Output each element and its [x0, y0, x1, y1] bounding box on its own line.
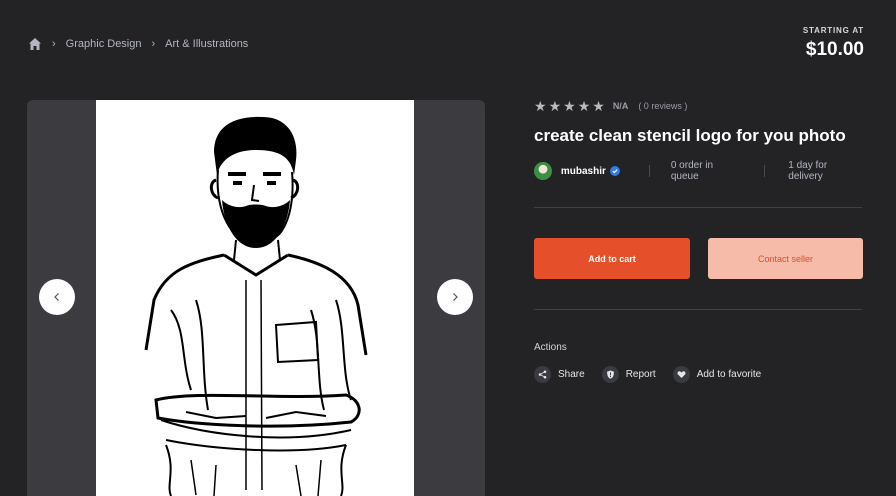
shield-icon [601, 366, 619, 383]
gig-image [96, 100, 414, 496]
add-to-cart-button[interactable]: Add to cart [534, 238, 690, 279]
actions-row: Share Report Add to favorite [534, 366, 778, 383]
breadcrumb: › Graphic Design › Art & Illustrations [28, 37, 248, 51]
report-label: Report [625, 369, 656, 380]
rating-score: N/A [612, 101, 629, 111]
divider [764, 165, 766, 177]
seller-row: mubashir 0 order in queue 1 day for deli… [534, 160, 864, 182]
verified-badge-icon [609, 166, 620, 176]
share-label: Share [558, 369, 585, 380]
breadcrumb-art-illustrations[interactable]: Art & Illustrations [165, 38, 248, 50]
share-button[interactable]: Share [534, 366, 585, 383]
review-count[interactable]: ( 0 reviews ) [638, 101, 687, 111]
chevron-right-icon: › [52, 38, 56, 50]
add-to-favorite-button[interactable]: Add to favorite [672, 366, 762, 383]
chevron-left-icon [54, 293, 59, 301]
add-to-favorite-label: Add to favorite [696, 369, 762, 380]
divider [534, 207, 862, 208]
delivery-time: 1 day for delivery [788, 160, 828, 182]
star-icon: ★ [577, 98, 591, 114]
image-gallery [27, 100, 485, 496]
breadcrumb-graphic-design[interactable]: Graphic Design [66, 38, 142, 50]
divider [534, 309, 862, 310]
chevron-right-icon [453, 293, 458, 301]
contact-seller-button[interactable]: Contact seller [708, 238, 863, 279]
chevron-right-icon: › [151, 38, 156, 50]
gig-title: create clean stencil logo for you photo [534, 126, 846, 145]
heart-icon [672, 366, 690, 383]
report-button[interactable]: Report [601, 366, 656, 383]
actions-heading: Actions [534, 342, 567, 353]
price-label: STARTING AT [802, 26, 864, 35]
share-icon [534, 366, 551, 383]
rating-row: ★ ★ ★ ★ ★ N/A ( 0 reviews ) [534, 99, 687, 113]
star-icon: ★ [592, 98, 605, 114]
avatar[interactable] [534, 162, 552, 180]
price-value: $10.00 [805, 39, 864, 60]
stencil-portrait-image [144, 116, 368, 496]
home-icon[interactable] [28, 37, 42, 51]
price-box: STARTING AT $10.00 [803, 26, 864, 61]
order-queue: 0 order in queue [670, 160, 714, 182]
star-icon: ★ [548, 98, 562, 114]
gallery-next-button[interactable] [437, 279, 473, 315]
divider [648, 165, 650, 177]
rating-stars: ★ ★ ★ ★ ★ [534, 99, 605, 113]
seller-name[interactable]: mubashir [561, 166, 606, 177]
star-icon: ★ [534, 98, 547, 114]
star-icon: ★ [563, 98, 576, 114]
gallery-prev-button[interactable] [39, 279, 75, 315]
